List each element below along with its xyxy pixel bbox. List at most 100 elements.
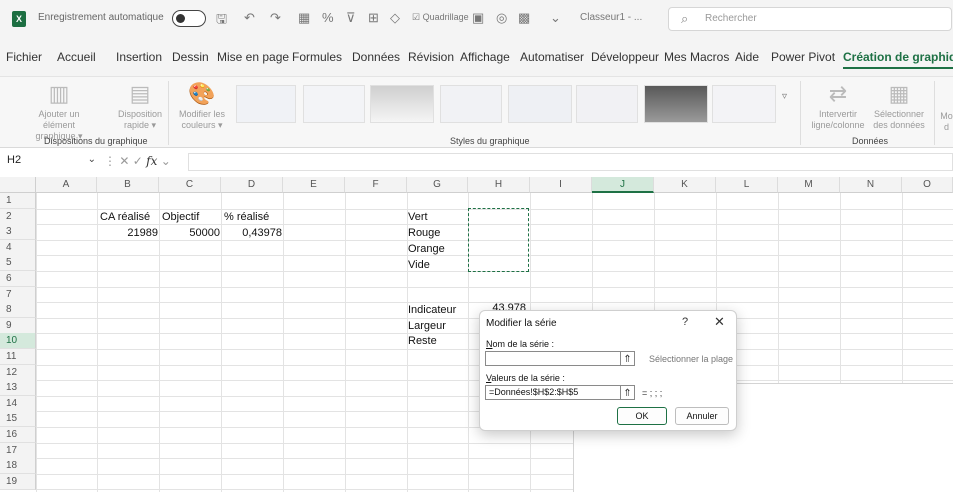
column-header-E[interactable]: E (283, 177, 345, 193)
row-header-17[interactable]: 17 (0, 442, 36, 459)
row-header-6[interactable]: 6 (0, 271, 36, 287)
tab-formules[interactable]: Formules (292, 50, 342, 64)
select-data-button[interactable]: ▦ Sélectionner des données (870, 83, 928, 131)
cell-B3[interactable]: 21989 (98, 225, 158, 241)
tab-affichage[interactable]: Affichage (460, 50, 510, 64)
column-header-K[interactable]: K (654, 177, 716, 193)
chart-style-8[interactable] (712, 85, 776, 123)
row-header-2[interactable]: 2 (0, 208, 36, 225)
row-header-7[interactable]: 7 (0, 286, 36, 303)
row-header-18[interactable]: 18 (0, 458, 36, 475)
confirm-icon[interactable]: ✓ (133, 154, 143, 168)
column-header-O[interactable]: O (902, 177, 953, 193)
select-all-corner[interactable] (0, 177, 36, 193)
gridlines-checkbox[interactable]: ☑ Quadrillage (412, 12, 469, 23)
row-header-9[interactable]: 9 (0, 317, 36, 334)
row-header-8[interactable]: 8 (0, 302, 36, 319)
row-header-16[interactable]: 16 (0, 427, 36, 443)
quick-layout-button[interactable]: ▤ Disposition rapide ▾ (114, 83, 166, 131)
formula-input[interactable] (188, 153, 953, 171)
row-header-1[interactable]: 1 (0, 193, 36, 209)
tab-mise-en-page[interactable]: Mise en page (217, 50, 289, 64)
file-name[interactable]: Classeur1 - ... (580, 12, 642, 23)
ok-button[interactable]: OK (617, 407, 667, 425)
column-header-N[interactable]: N (840, 177, 902, 193)
add-chart-element-button[interactable]: ▥ Ajouter un élément graphique ▾ (30, 83, 88, 142)
column-header-C[interactable]: C (159, 177, 221, 193)
format-icon[interactable]: % (322, 10, 334, 25)
tab-insertion[interactable]: Insertion (116, 50, 162, 64)
chart-style-6[interactable] (576, 85, 638, 123)
styles-more-icon[interactable]: ▿ (782, 91, 787, 102)
column-header-H[interactable]: H (468, 177, 530, 193)
cell-G10[interactable]: Reste (408, 333, 437, 349)
column-header-F[interactable]: F (345, 177, 407, 193)
filter-icon[interactable]: ⊽ (346, 10, 356, 26)
chevron-down-icon[interactable]: ⌄ (161, 154, 171, 168)
freeze-icon[interactable]: ⊞ (368, 10, 379, 26)
cell-G3[interactable]: Rouge (408, 225, 440, 241)
chart-style-4[interactable] (440, 85, 502, 123)
tab-dessin[interactable]: Dessin (172, 50, 209, 64)
column-header-G[interactable]: G (407, 177, 468, 193)
tab-fichier[interactable]: Fichier (6, 50, 42, 64)
close-icon[interactable]: ✕ (714, 314, 725, 330)
tab-automatiser[interactable]: Automatiser (520, 50, 584, 64)
redo-icon[interactable]: ↷ (270, 10, 281, 26)
tab-mes-macros[interactable]: Mes Macros (664, 50, 729, 64)
cell-G8[interactable]: Indicateur (408, 302, 456, 318)
chart-style-5[interactable] (508, 85, 572, 123)
series-values-collapse-icon[interactable]: ⇑ (621, 385, 635, 400)
row-header-10[interactable]: 10 (0, 333, 36, 350)
autosave-toggle[interactable] (172, 10, 206, 27)
table-icon[interactable]: ▦ (298, 10, 310, 26)
row-header-19[interactable]: 19 (0, 473, 36, 490)
tab-revision[interactable]: Révision (408, 50, 454, 64)
camera-icon[interactable]: ◎ (496, 10, 507, 26)
column-header-I[interactable]: I (530, 177, 592, 193)
chevron-down-icon[interactable]: ⌄ (88, 154, 96, 165)
row-header-14[interactable]: 14 (0, 395, 36, 412)
cell-G2[interactable]: Vert (408, 209, 428, 225)
eraser-icon[interactable]: ◇ (390, 10, 400, 26)
cell-G5[interactable]: Vide (408, 257, 430, 273)
name-box[interactable]: H2 ⌄ (4, 154, 96, 171)
series-values-input[interactable]: =Données!$H$2:$H$5 (485, 385, 621, 400)
column-header-D[interactable]: D (221, 177, 283, 193)
chart-icon[interactable]: ▩ (518, 10, 530, 26)
column-header-B[interactable]: B (97, 177, 159, 193)
row-header-15[interactable]: 15 (0, 411, 36, 428)
cell-C3[interactable]: 50000 (160, 225, 220, 241)
customize-qat-icon[interactable]: ⌄ (550, 10, 561, 26)
cancel-button[interactable]: Annuler (675, 407, 729, 425)
change-colors-button[interactable]: 🎨 Modifier les couleurs ▾ (174, 83, 230, 131)
column-header-J[interactable]: J (592, 177, 654, 193)
switch-row-column-button[interactable]: ⇄ Intervertir ligne/colonne (810, 83, 866, 131)
series-name-input[interactable] (485, 351, 621, 366)
chart-style-1[interactable] (236, 85, 296, 123)
chart-style-7[interactable] (644, 85, 708, 123)
search-box[interactable]: ⌕ Rechercher (668, 7, 952, 31)
row-header-5[interactable]: 5 (0, 255, 36, 272)
series-name-collapse-icon[interactable]: ⇑ (621, 351, 635, 366)
cancel-icon[interactable]: ✕ (119, 154, 129, 168)
column-header-L[interactable]: L (716, 177, 778, 193)
cell-G4[interactable]: Orange (408, 241, 445, 257)
move-chart-button[interactable]: Mo d (940, 111, 953, 133)
row-header-11[interactable]: 11 (0, 349, 36, 365)
row-header-3[interactable]: 3 (0, 224, 36, 241)
cell-D2[interactable]: % réalisé (224, 209, 269, 225)
cell-C2[interactable]: Objectif (162, 209, 199, 225)
tab-developpeur[interactable]: Développeur (591, 50, 659, 64)
tab-aide[interactable]: Aide (735, 50, 759, 64)
chart-style-3[interactable] (370, 85, 434, 123)
row-header-4[interactable]: 4 (0, 239, 36, 256)
undo-icon[interactable]: ↶ (244, 10, 255, 26)
fx-icon[interactable]: fx (146, 154, 157, 168)
cell-D3[interactable]: 0,43978 (222, 225, 282, 241)
screen-icon[interactable]: ▣ (472, 10, 484, 26)
row-header-12[interactable]: 12 (0, 364, 36, 381)
cell-B2[interactable]: CA réalisé (100, 209, 150, 225)
cell-G9[interactable]: Largeur (408, 318, 446, 334)
tab-power-pivot[interactable]: Power Pivot (771, 50, 835, 64)
